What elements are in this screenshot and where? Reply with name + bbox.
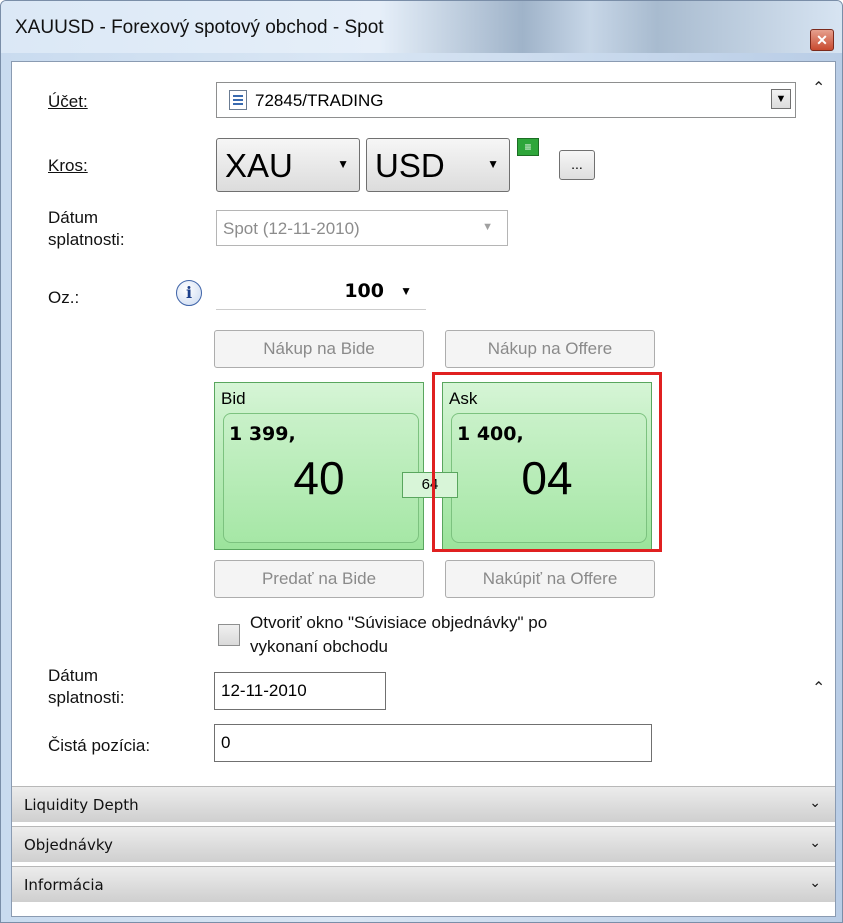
net-position-label: Čistá pozícia: — [48, 736, 151, 755]
quote-currency-value: USD — [375, 147, 445, 184]
buy-on-offer-button[interactable]: Nákup na Offere — [445, 330, 655, 368]
section-label: Objednávky — [24, 836, 113, 854]
value-date-label-line2: splatnosti: — [48, 230, 125, 249]
account-value: 72845/TRADING — [255, 91, 384, 110]
account-select[interactable]: 72845/TRADING ▼ — [216, 82, 796, 118]
value-date-value: Spot (12-11-2010) — [223, 219, 360, 238]
base-currency-value: XAU — [225, 147, 293, 184]
section-liquidity-depth[interactable]: Liquidity Depth ⌄ — [12, 786, 835, 822]
buy-on-offer-secondary-button[interactable]: Nakúpiť na Offere — [445, 560, 655, 598]
trade-panel: Účet: 72845/TRADING ▼ ⌃ Kros: XAU ▼ USD … — [11, 61, 836, 917]
section-label: Liquidity Depth — [24, 796, 139, 814]
amount-input[interactable]: 100 ▼ — [216, 270, 426, 310]
bid-pips: 40 — [293, 452, 345, 504]
bid-tile[interactable]: Bid 1 399, 40 — [214, 382, 424, 550]
close-icon: ✕ — [816, 31, 828, 48]
section-orders[interactable]: Objednávky ⌄ — [12, 826, 835, 862]
title-bar[interactable]: XAUUSD - Forexový spotový obchod - Spot … — [1, 1, 842, 53]
quote-currency-select[interactable]: USD ▼ — [366, 138, 510, 192]
info-icon[interactable]: i — [176, 280, 202, 306]
detail-date-label-line2: splatnosti: — [48, 688, 125, 707]
section-information[interactable]: Informácia ⌄ — [12, 866, 835, 902]
cross-label: Kros: — [48, 156, 88, 175]
related-orders-label-line1: Otvoriť okno "Súvisiace objednávky" po — [250, 613, 548, 632]
related-orders-checkbox[interactable] — [218, 624, 240, 646]
detail-date-label-line1: Dátum — [48, 666, 99, 685]
net-position-field[interactable]: 0 — [214, 724, 652, 762]
ask-highlight-frame — [432, 372, 662, 552]
bid-label: Bid — [221, 389, 246, 408]
amount-value: 100 — [344, 280, 384, 302]
chevron-down-icon: ⌄ — [809, 795, 821, 811]
chevron-down-icon: ⌄ — [809, 875, 821, 891]
chevron-down-icon: ▼ — [487, 157, 499, 171]
buy-on-bid-button[interactable]: Nákup na Bide — [214, 330, 424, 368]
window-title: XAUUSD - Forexový spotový obchod - Spot — [15, 17, 384, 38]
related-orders-label-line2: vykonaní obchodu — [250, 637, 388, 656]
chevron-down-icon[interactable]: ▼ — [400, 284, 412, 298]
collapse-up-icon[interactable]: ⌃ — [812, 678, 825, 698]
base-currency-select[interactable]: XAU ▼ — [216, 138, 360, 192]
more-options-button[interactable]: ... — [559, 150, 595, 180]
chevron-down-icon: ⌄ — [809, 835, 821, 851]
account-label: Účet: — [48, 92, 88, 111]
swap-currency-icon[interactable]: ≡ — [517, 138, 539, 156]
collapse-up-icon[interactable]: ⌃ — [812, 78, 825, 98]
chevron-down-icon[interactable]: ▼ — [771, 89, 791, 109]
bid-big-figure: 1 399, — [229, 423, 296, 445]
section-label: Informácia — [24, 876, 104, 894]
detail-date-field[interactable]: 12-11-2010 — [214, 672, 386, 710]
close-button[interactable]: ✕ — [810, 29, 834, 51]
trade-window: XAUUSD - Forexový spotový obchod - Spot … — [0, 0, 843, 923]
chevron-down-icon: ▼ — [337, 157, 349, 171]
value-date-select: Spot (12-11-2010) ▼ — [216, 210, 508, 246]
sell-on-bid-button[interactable]: Predať na Bide — [214, 560, 424, 598]
value-date-label-line1: Dátum — [48, 208, 99, 227]
chevron-down-icon: ▼ — [482, 221, 493, 233]
document-icon — [229, 90, 247, 110]
amount-label: Oz.: — [48, 288, 80, 307]
